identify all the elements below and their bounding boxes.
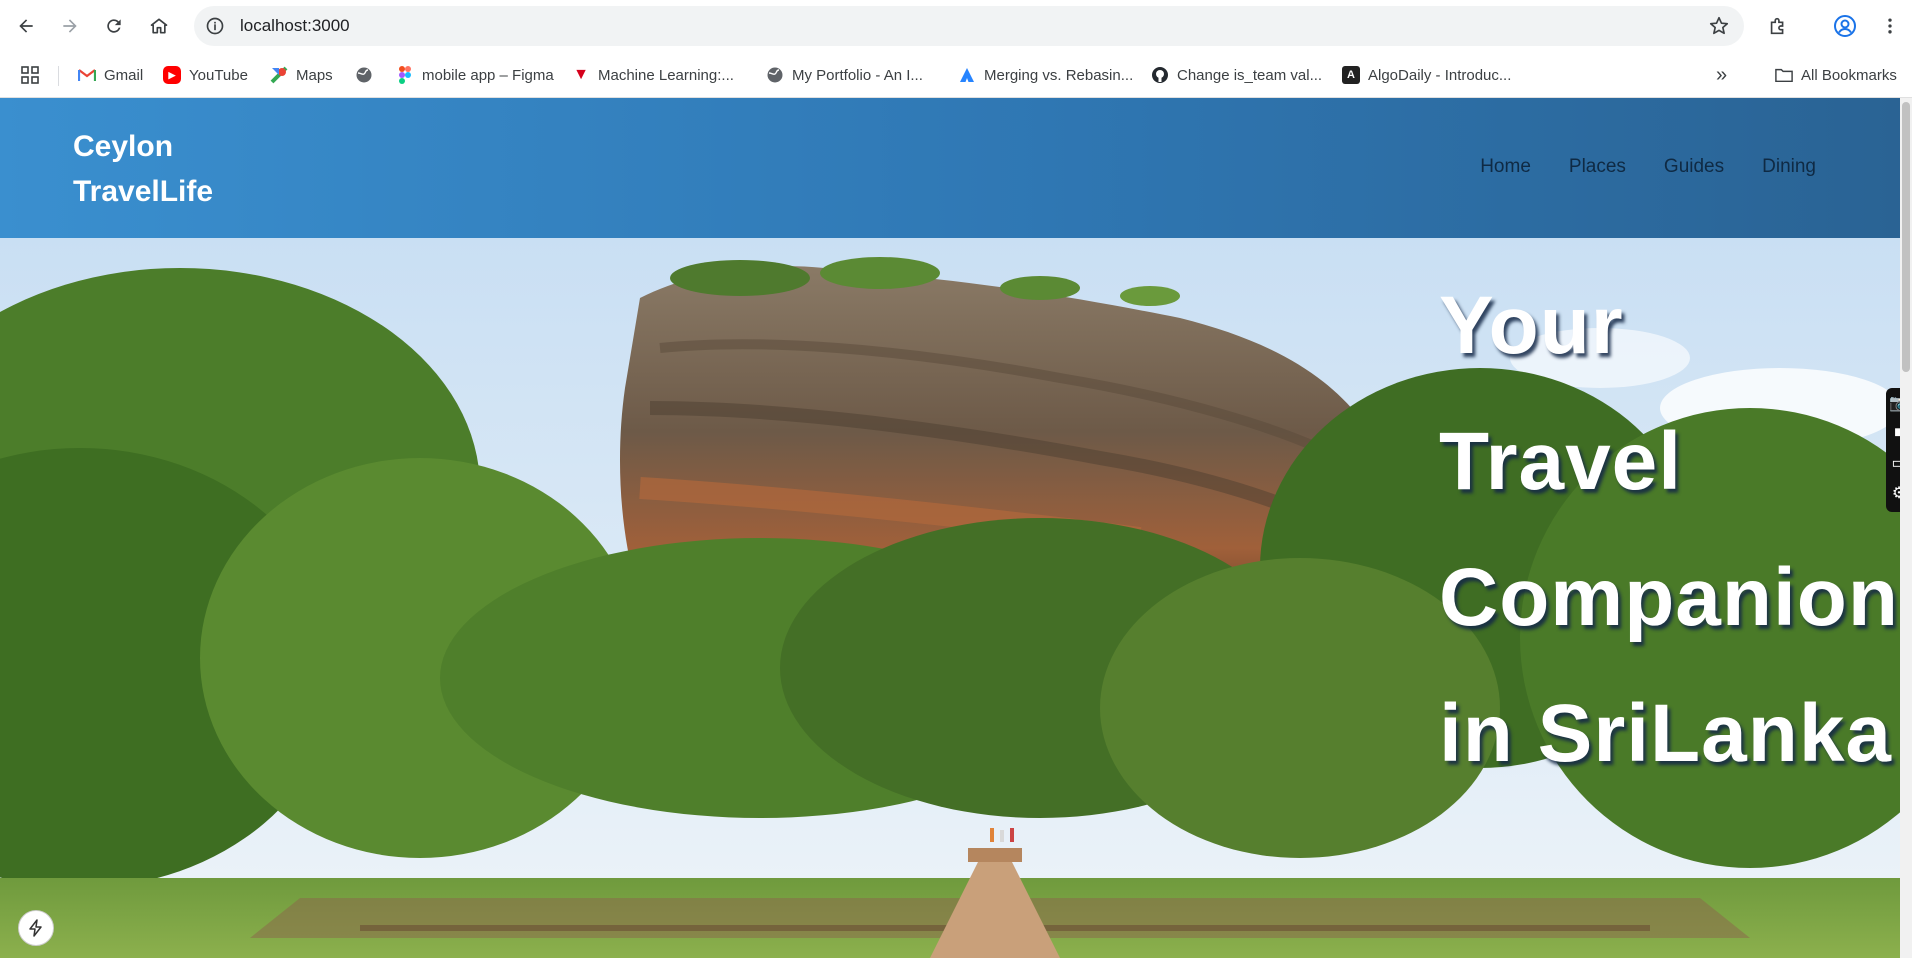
more-bookmarks-button[interactable]: » [1716,64,1727,86]
site-info-icon[interactable] [204,15,226,37]
browser-toolbar: localhost:3000 [0,0,1912,52]
arrow-left-icon [19,19,33,33]
home-button[interactable] [141,8,177,44]
profile-icon [1834,15,1856,37]
window-icon[interactable]: ▭ [1886,448,1900,478]
profile-button[interactable] [1829,10,1861,42]
bookmark-label: AlgoDaily - Introduc... [1368,66,1512,84]
bookmark-label: mobile app – Figma [422,66,554,84]
nav-home[interactable]: Home [1480,156,1531,178]
video-icon[interactable]: ■ [1886,418,1900,448]
site-header: Ceylon TravelLife Home Places Guides Din… [0,98,1900,238]
forward-button[interactable] [52,8,88,44]
dev-tools-button[interactable] [18,910,54,946]
bookmark-maps[interactable]: Maps [270,64,333,86]
globe-icon [355,66,373,84]
all-bookmarks-button[interactable]: All Bookmarks [1775,64,1897,86]
github-icon [1151,66,1169,84]
address-bar[interactable]: localhost:3000 [194,6,1744,46]
udemy-icon: ▼ [573,66,589,83]
bookmark-portfolio[interactable]: My Portfolio - An I... [766,64,923,86]
hero-line-4: in SriLanka [1439,688,1893,779]
bookmark-label: My Portfolio - An I... [792,66,923,84]
bookmarks-divider [58,66,59,86]
gmail-icon [78,66,96,84]
bookmark-merging-rebasing[interactable]: Merging vs. Rebasin... [958,64,1133,86]
reload-icon [107,19,121,33]
youtube-icon: ▶ [163,66,181,84]
algodaily-icon: A [1342,66,1360,84]
lightning-bolt-icon [29,919,42,937]
home-icon [150,18,168,34]
hero-section: Your Travel Companion in SriLanka [0,238,1900,958]
hero-title: Your Travel Companion in SriLanka [1439,258,1899,802]
camera-icon[interactable]: 📷 [1886,388,1900,418]
logo-line-2: TravelLife [73,175,214,208]
nav-places[interactable]: Places [1569,156,1626,178]
gear-icon[interactable]: ⚙ [1886,478,1900,508]
hero-line-2: Travel [1439,416,1683,507]
nav-dining[interactable]: Dining [1762,156,1816,178]
bookmark-label: All Bookmarks [1801,66,1897,84]
page-scrollbar[interactable] [1900,98,1912,958]
bookmark-star-icon[interactable] [1708,15,1730,37]
bookmark-globe[interactable] [355,64,381,86]
double-chevron-right-icon: » [1716,63,1728,86]
bookmark-change-is-team[interactable]: Change is_team val... [1151,64,1322,86]
figma-icon [396,66,414,84]
bookmark-label: YouTube [189,66,248,84]
bookmark-figma[interactable]: mobile app – Figma [396,64,554,86]
bookmark-gmail[interactable]: Gmail [78,64,143,86]
url-text[interactable]: localhost:3000 [240,16,350,36]
apps-grid-icon [21,66,39,84]
hero-line-1: Your [1439,280,1624,371]
more-vert-icon [1888,18,1892,34]
bookmark-algodaily[interactable]: A AlgoDaily - Introduc... [1342,64,1511,86]
bookmark-label: Machine Learning:... [598,66,734,84]
logo-line-1: Ceylon [73,130,174,163]
bookmark-label: Merging vs. Rebasin... [984,66,1134,84]
site-logo[interactable]: Ceylon TravelLife [73,124,213,214]
bookmark-youtube[interactable]: ▶ YouTube [163,64,248,86]
back-button[interactable] [8,8,44,44]
bookmarks-bar: Gmail ▶ YouTube Maps mobile app – Figma … [0,52,1912,98]
bookmark-machine-learning[interactable]: ▼ Machine Learning:... [572,64,734,86]
scrollbar-thumb[interactable] [1902,102,1910,372]
menu-button[interactable] [1874,10,1906,42]
bookmark-label: Maps [296,66,333,84]
apps-button[interactable] [20,64,40,86]
nav-guides[interactable]: Guides [1664,156,1724,178]
folder-icon [1775,66,1793,84]
extensions-button[interactable] [1762,10,1794,42]
reload-button[interactable] [96,8,132,44]
atlassian-icon [958,66,976,84]
bookmark-label: Gmail [104,66,144,84]
screenshot-tool-panel: 📷 ■ ▭ ⚙ [1886,388,1900,512]
main-nav: Home Places Guides Dining [1442,156,1816,178]
globe-icon [766,66,784,84]
hero-line-3: Companion [1439,552,1899,643]
page-viewport: Ceylon TravelLife Home Places Guides Din… [0,98,1900,958]
puzzle-icon [1770,17,1784,35]
maps-icon [270,66,288,84]
arrow-right-icon [63,19,77,33]
bookmark-label: Change is_team val... [1177,66,1323,84]
